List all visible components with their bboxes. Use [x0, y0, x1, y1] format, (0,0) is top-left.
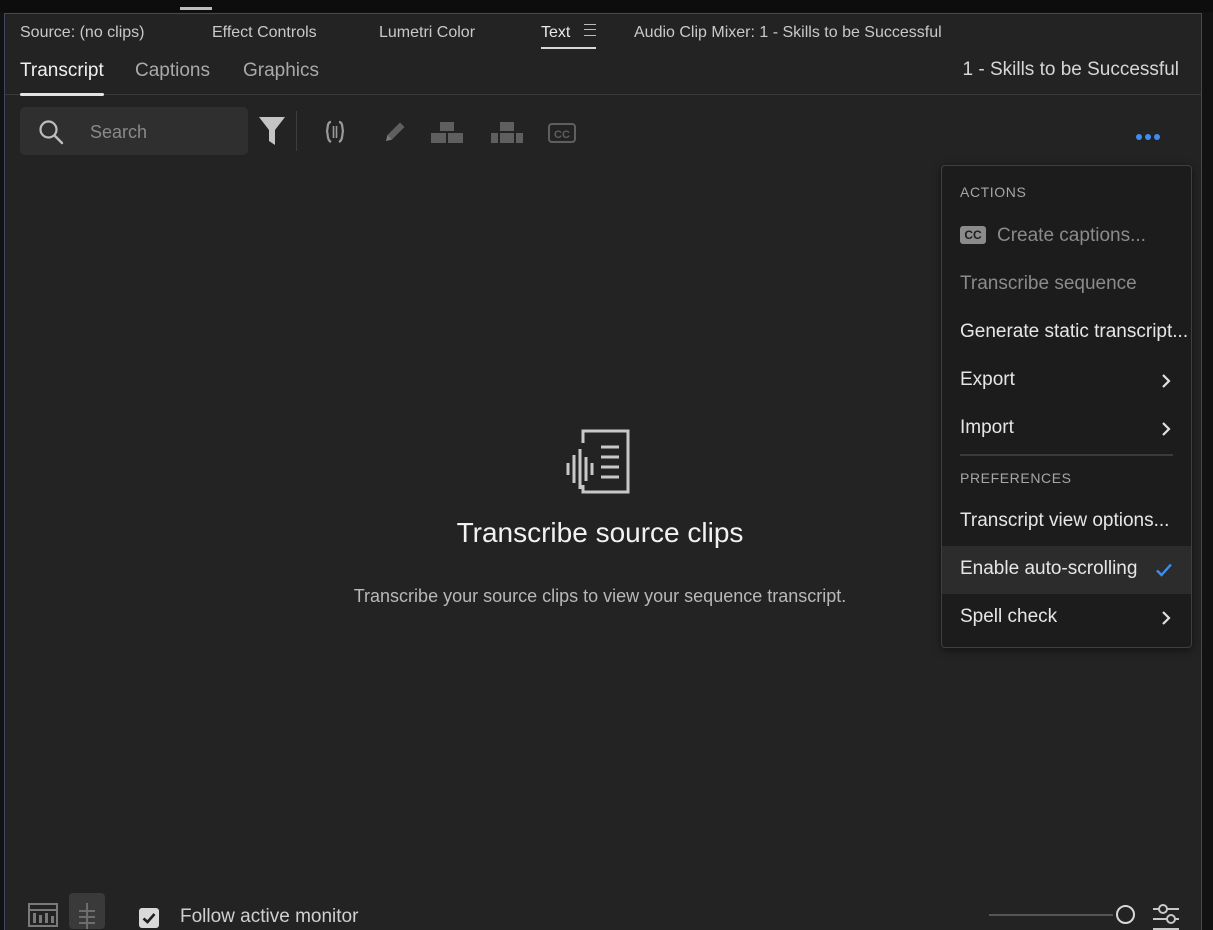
subtab-transcript[interactable]: Transcript — [20, 60, 104, 96]
menu-section-actions: ACTIONS — [960, 184, 1027, 200]
menu-item-import[interactable]: Import — [942, 406, 1191, 452]
follow-monitor-label: Follow active monitor — [180, 906, 359, 927]
tab-effect-controls[interactable]: Effect Controls — [212, 24, 317, 42]
menu-item-transcript-view-options[interactable]: Transcript view options... — [942, 499, 1191, 545]
chevron-right-icon — [1162, 374, 1171, 388]
menu-item-export-label: Export — [960, 369, 1015, 390]
follow-monitor-checkbox[interactable] — [139, 908, 159, 928]
menu-item-spell-check[interactable]: Spell check — [942, 595, 1191, 641]
panel-menu-icon[interactable] — [584, 24, 597, 36]
merge-segments-icon[interactable] — [324, 120, 346, 144]
drag-notch[interactable] — [180, 7, 212, 10]
edit-pencil-icon[interactable] — [382, 119, 408, 145]
menu-item-transcript-view-options-label: Transcript view options... — [960, 510, 1170, 531]
menu-item-generate-static-transcript[interactable]: Generate static transcript... — [942, 310, 1191, 356]
tab-source[interactable]: Source: (no clips) — [20, 24, 145, 42]
active-tab-underline — [541, 47, 597, 49]
tab-lumetri-color[interactable]: Lumetri Color — [379, 24, 475, 42]
menu-item-transcribe-sequence[interactable]: Transcribe sequence — [942, 262, 1191, 308]
center-playhead-button[interactable] — [69, 893, 105, 929]
transcript-waveform-icon — [566, 429, 630, 494]
transcript-options-menu: ACTIONS CC Create captions... Transcribe … — [941, 165, 1192, 648]
center-playhead-icon — [79, 903, 95, 929]
menu-item-transcribe-sequence-label: Transcribe sequence — [960, 273, 1137, 294]
search-input[interactable] — [88, 115, 242, 149]
menu-item-spell-check-label: Spell check — [960, 606, 1058, 627]
window-top-strip — [0, 0, 1213, 12]
filter-icon[interactable] — [258, 116, 286, 146]
search-box[interactable] — [20, 107, 248, 155]
zoom-slider-track[interactable] — [989, 914, 1113, 916]
zoom-slider-handle[interactable] — [1116, 905, 1135, 924]
more-options-icon[interactable] — [1136, 127, 1163, 145]
captions-cc-icon[interactable]: CC — [548, 123, 576, 143]
subtab-graphics[interactable]: Graphics — [243, 60, 319, 82]
menu-item-create-captions[interactable]: CC Create captions... — [942, 214, 1191, 260]
subtab-captions[interactable]: Captions — [135, 60, 210, 82]
menu-section-preferences: PREFERENCES — [960, 470, 1072, 486]
menu-item-import-label: Import — [960, 417, 1014, 438]
checkmark-icon — [1156, 563, 1172, 577]
transcript-footer: Follow active monitor — [5, 890, 1201, 930]
text-panel-subtabs: Transcript Captions Graphics 1 - Skills … — [5, 54, 1201, 96]
sync-timeline-icon[interactable] — [25, 893, 61, 929]
sequence-name: 1 - Skills to be Successful — [962, 59, 1179, 80]
search-icon — [39, 120, 64, 145]
split-segment-icon[interactable] — [430, 121, 464, 145]
chevron-right-icon — [1162, 611, 1171, 625]
menu-item-create-captions-label: Create captions... — [997, 225, 1146, 246]
cc-badge-icon: CC — [960, 226, 986, 244]
menu-item-create-captions-row: CC Create captions... — [960, 225, 1146, 247]
settings-sliders-icon[interactable] — [1151, 901, 1181, 930]
chevron-right-icon — [1162, 422, 1171, 436]
join-segments-icon[interactable] — [490, 121, 524, 145]
toolbar-divider — [296, 111, 297, 151]
menu-item-enable-auto-scrolling-label: Enable auto-scrolling — [960, 558, 1138, 579]
subtab-transcript-label: Transcript — [20, 60, 104, 81]
tab-text-label: Text — [541, 24, 571, 41]
menu-item-generate-static-transcript-label: Generate static transcript... — [960, 321, 1189, 342]
svg-text:CC: CC — [554, 129, 570, 141]
subtab-active-underline — [20, 93, 104, 96]
menu-item-enable-auto-scrolling[interactable]: Enable auto-scrolling — [942, 546, 1191, 594]
tab-audio-clip-mixer[interactable]: Audio Clip Mixer: 1 - Skills to be Succe… — [634, 24, 942, 42]
menu-item-export[interactable]: Export — [942, 358, 1191, 404]
tab-text[interactable]: Text — [541, 24, 597, 49]
transcript-toolbar: CC — [5, 105, 1201, 157]
checkmark-icon — [142, 913, 156, 924]
panel-group-tabs: Source: (no clips) Effect Controls Lumet… — [5, 14, 1201, 52]
menu-divider — [960, 454, 1173, 456]
